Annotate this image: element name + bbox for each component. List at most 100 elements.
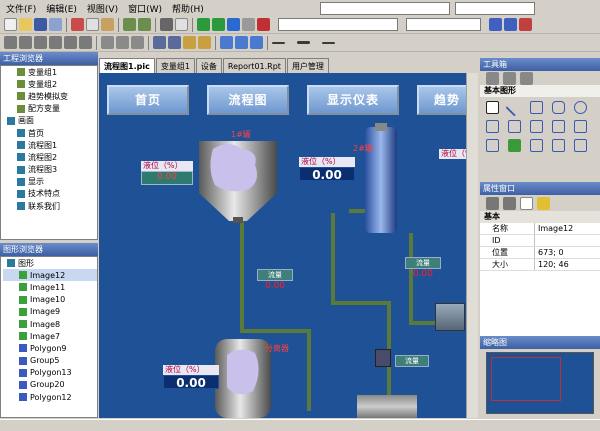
design-canvas[interactable]: 首页 流程图 显示仪表 趋势 1#罐 液位（%） 0.00 液位（%） 0.00 [99,73,466,418]
nav-meters-button[interactable]: 显示仪表 [307,85,399,115]
bring-front-icon[interactable] [183,36,196,49]
line-style-icon[interactable] [272,41,285,44]
text-tool-icon[interactable] [574,120,587,133]
color-icon[interactable] [519,18,532,31]
arc-tool-icon[interactable] [530,120,543,133]
save-icon[interactable] [34,18,47,31]
tree-item[interactable]: 变量组2 [3,78,97,90]
download-icon[interactable] [227,18,240,31]
more-tool-icon[interactable] [574,139,587,152]
menu-edit[interactable]: 编辑(E) [44,2,79,15]
toolbar-combo-1[interactable] [320,2,450,15]
rotate-tool-icon[interactable] [486,139,499,152]
image-tool-icon[interactable] [508,139,521,152]
help-pointer-icon[interactable] [175,18,188,31]
tab-variables[interactable]: 变量组1 [155,58,195,73]
arrow-style-icon[interactable] [322,41,335,44]
toolbox-tab-icon[interactable] [520,72,533,85]
property-page-icon[interactable] [520,197,533,210]
bold-icon[interactable] [489,18,502,31]
rounded-rect-tool-icon[interactable] [552,101,565,114]
input-tool-icon[interactable] [552,139,565,152]
open-folder-icon[interactable] [19,18,32,31]
zoom-fit-icon[interactable] [250,36,263,49]
menu-help[interactable]: 帮助(H) [170,2,206,15]
viewport-frame[interactable] [491,357,561,401]
menu-file[interactable]: 文件(F) [4,2,38,15]
tank-1[interactable]: 1#罐 [199,130,277,225]
tree-item[interactable]: Group20 [3,379,97,391]
alphabetical-icon[interactable] [503,197,516,210]
property-row[interactable]: 位置 673; 0 [480,247,600,259]
menu-view[interactable]: 视图(V) [85,2,120,15]
font-combo[interactable] [278,18,398,31]
undo-icon[interactable] [123,18,136,31]
close-icon[interactable] [257,18,270,31]
cut-icon[interactable] [71,18,84,31]
line-tool-icon[interactable] [505,98,524,117]
tree-item[interactable]: 变量组1 [3,66,97,78]
tree-item[interactable]: Polygon9 [3,342,97,354]
new-file-icon[interactable] [4,18,17,31]
tree-item[interactable]: 流程图1 [3,139,97,151]
same-size-icon[interactable] [131,36,144,49]
button-tool-icon[interactable] [530,139,543,152]
tree-item[interactable]: Polygon13 [3,367,97,379]
align-bottom-icon[interactable] [79,36,92,49]
tree-item[interactable]: 图形 [3,257,97,269]
align-right-icon[interactable] [34,36,47,49]
toolbox-tab-icon[interactable] [503,72,516,85]
paste-icon[interactable] [101,18,114,31]
nav-trend-button[interactable]: 趋势 [417,85,466,115]
valve[interactable] [375,349,391,367]
run-debug-icon[interactable] [212,18,225,31]
tree-item[interactable]: Polygon12 [3,391,97,403]
tree-item[interactable]: 配方变量 [3,103,97,115]
align-left-icon[interactable] [4,36,17,49]
toolbox-tab-icon[interactable] [486,72,499,85]
tree-item[interactable]: Image9 [3,306,97,318]
align-middle-icon[interactable] [64,36,77,49]
ungroup-icon[interactable] [168,36,181,49]
tree-item[interactable]: Image7 [3,330,97,342]
polygon-tool-icon[interactable] [508,120,521,133]
vertical-scrollbar[interactable] [466,73,478,418]
tab-report[interactable]: Report01.Rpt [222,58,286,73]
tab-devices[interactable]: 设备 [195,58,222,73]
nav-flowchart-button[interactable]: 流程图 [207,85,289,115]
pump[interactable] [435,303,465,331]
align-top-icon[interactable] [49,36,62,49]
menu-window[interactable]: 窗口(W) [126,2,164,15]
print-icon[interactable] [160,18,173,31]
run-icon[interactable] [197,18,210,31]
ellipse-tool-icon[interactable] [574,101,587,114]
redo-icon[interactable] [138,18,151,31]
property-row[interactable]: ID [480,235,600,247]
tree-item[interactable]: Image11 [3,281,97,293]
tree-item[interactable]: Image10 [3,294,97,306]
tree-item[interactable]: 流程图3 [3,164,97,176]
nav-home-button[interactable]: 首页 [107,85,189,115]
tree-item[interactable]: 流程图2 [3,151,97,163]
toolbar-combo-2[interactable] [455,2,535,15]
copy-icon[interactable] [86,18,99,31]
tab-flowchart[interactable]: 流程图1.pic [99,58,155,73]
tree-item-selected[interactable]: Image12 [3,269,97,282]
tree-item[interactable]: Image8 [3,318,97,330]
align-center-icon[interactable] [19,36,32,49]
pie-tool-icon[interactable] [552,120,565,133]
tree-item[interactable]: 首页 [3,127,97,139]
tree-item[interactable]: Group5 [3,355,97,367]
save-all-icon[interactable] [49,18,62,31]
zoom-in-icon[interactable] [220,36,233,49]
rectangle-tool-icon[interactable] [530,101,543,114]
size-combo[interactable] [406,18,481,31]
stop-icon[interactable] [242,18,255,31]
tank-2[interactable]: 2#罐 [353,123,401,241]
send-back-icon[interactable] [198,36,211,49]
same-height-icon[interactable] [116,36,129,49]
same-width-icon[interactable] [101,36,114,49]
categorized-icon[interactable] [486,197,499,210]
polyline-tool-icon[interactable] [486,120,499,133]
italic-icon[interactable] [504,18,517,31]
